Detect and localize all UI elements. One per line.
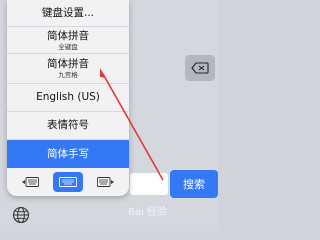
menu-item-label: 键盘设置...: [41, 6, 94, 19]
menu-item-keyboard-settings[interactable]: 键盘设置...: [7, 0, 129, 27]
search-key[interactable]: 搜索: [170, 170, 218, 198]
menu-item-pinyin-full[interactable]: 简体拼音 全键盘: [7, 27, 129, 54]
watermark: Bai 经验: [128, 207, 167, 218]
menu-item-label: English (US): [36, 91, 100, 103]
menu-item-emoji[interactable]: 表情符号: [7, 112, 129, 140]
menu-item-handwriting[interactable]: 简体手写: [7, 140, 129, 168]
menu-item-label: 简体拼音: [47, 29, 89, 42]
keyboard-full-button[interactable]: [53, 172, 83, 192]
search-key-label: 搜索: [183, 178, 205, 191]
menu-item-pinyin-9key[interactable]: 简体拼音 九宫格: [7, 54, 129, 84]
keyboard-left-button[interactable]: [15, 172, 45, 192]
delete-key[interactable]: [185, 55, 215, 81]
delete-icon: [191, 62, 209, 74]
menu-item-label: 简体拼音: [47, 58, 89, 70]
menu-item-english[interactable]: English (US): [7, 84, 129, 112]
menu-item-sublabel: 全键盘: [58, 42, 78, 51]
text-field[interactable]: [130, 173, 168, 195]
menu-item-label: 表情符号: [47, 119, 89, 131]
keyboard-left-icon: [22, 177, 39, 187]
keyboard-right-icon: [97, 177, 114, 187]
menu-item-label: 简体手写: [47, 147, 89, 160]
keyboard-mode-bar: [7, 168, 129, 196]
input-method-menu: 键盘设置... 简体拼音 全键盘 简体拼音 九宫格 English (US) 表…: [7, 0, 129, 196]
keyboard-right-button[interactable]: [91, 172, 121, 192]
globe-icon[interactable]: [12, 206, 30, 224]
keyboard-full-icon: [59, 177, 77, 187]
menu-item-sublabel: 九宫格: [58, 71, 78, 79]
